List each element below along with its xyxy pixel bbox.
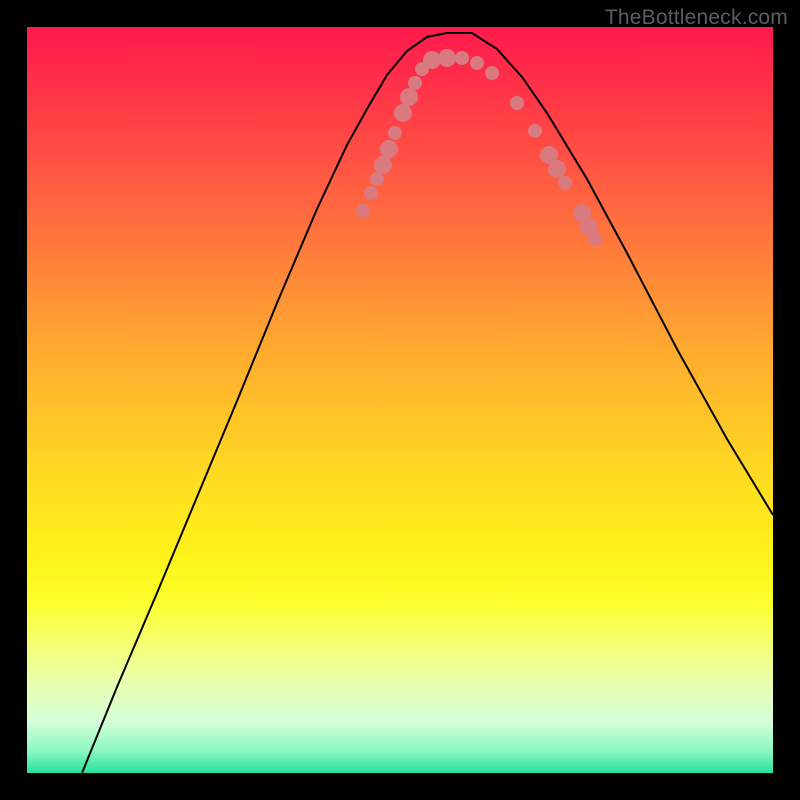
data-marker (455, 51, 469, 65)
data-marker (588, 232, 602, 246)
chart-frame (27, 27, 773, 773)
data-marker (380, 140, 398, 158)
chart-svg (27, 27, 773, 773)
data-marker (400, 88, 418, 106)
watermark-text: TheBottleneck.com (605, 6, 788, 30)
data-marker (356, 204, 370, 218)
data-marker (388, 126, 402, 140)
data-marker (370, 172, 384, 186)
data-marker (558, 176, 572, 190)
v-curve-line (82, 33, 773, 773)
data-marker (470, 56, 484, 70)
data-marker (364, 186, 378, 200)
data-marker (438, 49, 456, 67)
data-marker (510, 96, 524, 110)
data-marker (408, 76, 422, 90)
data-marker (374, 156, 392, 174)
marker-group (356, 49, 602, 246)
data-marker (548, 160, 566, 178)
data-marker (528, 124, 542, 138)
data-marker (485, 66, 499, 80)
data-marker (394, 104, 412, 122)
